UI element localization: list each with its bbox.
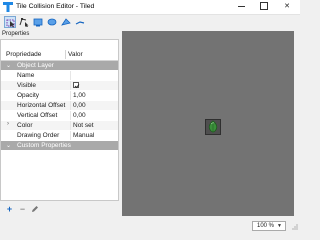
property-row-visible[interactable]: Visible bbox=[1, 81, 118, 90]
row-divider bbox=[70, 71, 71, 80]
property-name: Visible bbox=[17, 82, 37, 89]
collision-canvas[interactable] bbox=[122, 31, 294, 216]
green-leaf-tile-icon[interactable] bbox=[205, 119, 221, 135]
maximize-button[interactable] bbox=[253, 0, 275, 14]
property-name: Name bbox=[17, 72, 35, 79]
row-divider bbox=[70, 91, 71, 100]
property-row-vertical-offset[interactable]: Vertical Offset 0,00 bbox=[1, 111, 118, 120]
insert-polygon-tool[interactable] bbox=[60, 16, 72, 28]
property-column-header[interactable]: Propriedade bbox=[6, 51, 41, 58]
group-custom-properties[interactable]: ⌄ Custom Properties bbox=[1, 141, 118, 150]
visible-checkbox[interactable] bbox=[73, 82, 80, 89]
property-value[interactable]: 0,00 bbox=[73, 102, 86, 109]
chevron-right-icon[interactable]: › bbox=[7, 121, 9, 127]
group-object-layer[interactable]: ⌄ Object Layer bbox=[1, 61, 118, 70]
property-name: Horizontal Offset bbox=[17, 102, 66, 109]
insert-polyline-tool[interactable] bbox=[74, 16, 86, 28]
row-divider bbox=[70, 81, 71, 90]
property-row-drawing-order[interactable]: Drawing Order Manual bbox=[1, 131, 118, 140]
zoom-value: 100 % bbox=[257, 223, 275, 229]
property-name: Drawing Order bbox=[17, 132, 60, 139]
properties-dock-title: Properties bbox=[2, 31, 30, 37]
property-row-name[interactable]: Name bbox=[1, 71, 118, 80]
add-property-button[interactable]: + bbox=[5, 205, 14, 214]
polyline-icon bbox=[75, 21, 85, 25]
edit-polygons-tool[interactable] bbox=[18, 16, 30, 28]
ellipse-icon bbox=[47, 18, 57, 26]
chevron-down-icon: ⌄ bbox=[6, 143, 12, 149]
title-bar: Tile Collision Editor - Tiled ✕ bbox=[0, 0, 300, 15]
resize-grip-icon[interactable] bbox=[292, 224, 298, 230]
minimize-icon bbox=[237, 5, 245, 7]
row-divider bbox=[70, 101, 71, 110]
property-value[interactable]: Not set bbox=[73, 122, 94, 129]
properties-header: Propriedade Valor bbox=[1, 49, 118, 61]
group-label: Custom Properties bbox=[17, 142, 71, 149]
rename-property-button[interactable] bbox=[30, 205, 39, 214]
property-row-opacity[interactable]: Opacity 1,00 bbox=[1, 91, 118, 100]
group-label: Object Layer bbox=[17, 62, 54, 69]
property-row-color[interactable]: › Color Not set bbox=[1, 121, 118, 130]
insert-rectangle-tool[interactable] bbox=[32, 16, 44, 28]
row-divider bbox=[70, 121, 71, 130]
remove-property-button[interactable]: − bbox=[18, 205, 27, 214]
select-objects-icon bbox=[6, 19, 15, 28]
polygon-icon bbox=[61, 18, 71, 26]
row-divider bbox=[70, 111, 71, 120]
edit-polygons-icon bbox=[19, 18, 29, 27]
property-row-horizontal-offset[interactable]: Horizontal Offset 0,00 bbox=[1, 101, 118, 110]
value-column-header[interactable]: Valor bbox=[68, 51, 83, 58]
checkmark-icon bbox=[74, 84, 80, 89]
chevron-down-icon: ⌄ bbox=[6, 63, 12, 69]
chevron-down-icon: ▼ bbox=[277, 223, 282, 229]
tiled-app-icon bbox=[3, 2, 13, 12]
maximize-icon bbox=[260, 1, 268, 10]
property-value[interactable]: Manual bbox=[73, 132, 94, 139]
window-title: Tile Collision Editor - Tiled bbox=[16, 3, 95, 10]
minimize-button[interactable] bbox=[230, 0, 252, 14]
insert-ellipse-tool[interactable] bbox=[46, 16, 58, 28]
property-name: Color bbox=[17, 122, 33, 129]
property-name: Opacity bbox=[17, 92, 40, 99]
column-divider[interactable] bbox=[65, 50, 66, 59]
rectangle-icon bbox=[33, 18, 43, 27]
row-divider bbox=[70, 131, 71, 140]
properties-actions: + − bbox=[0, 203, 119, 215]
property-value[interactable]: 0,00 bbox=[73, 112, 86, 119]
close-button[interactable]: ✕ bbox=[276, 0, 298, 14]
property-value[interactable]: 1,00 bbox=[73, 92, 86, 99]
pencil-icon bbox=[31, 206, 38, 212]
zoom-select[interactable]: 100 % ▼ bbox=[252, 221, 286, 231]
select-objects-tool[interactable] bbox=[4, 16, 16, 28]
status-bar: 100 % ▼ bbox=[122, 218, 300, 233]
property-name: Vertical Offset bbox=[17, 112, 58, 119]
properties-panel: Propriedade Valor ⌄ Object Layer Name Vi… bbox=[0, 39, 119, 201]
tool-bar bbox=[0, 15, 300, 30]
close-icon: ✕ bbox=[284, 3, 290, 10]
